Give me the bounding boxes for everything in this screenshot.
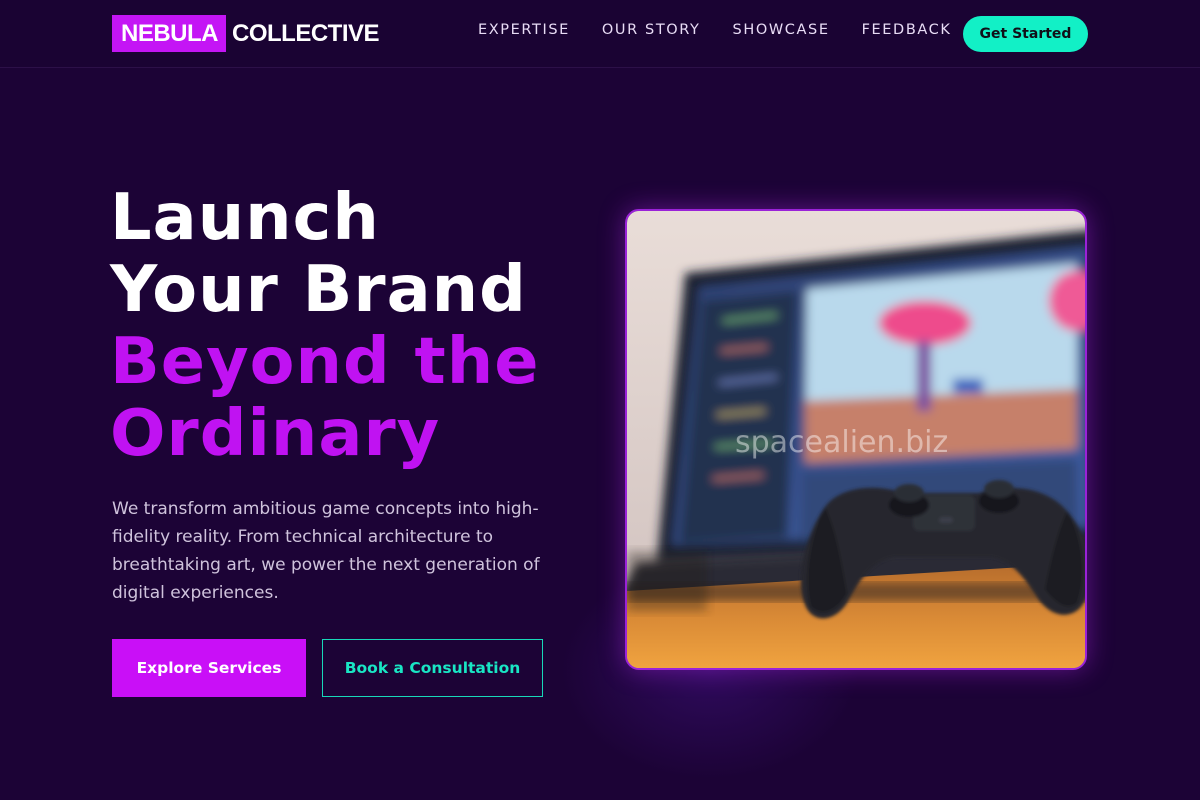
hero-description: We transform ambitious game concepts int… [112,499,540,603]
top-navigation-bar: NEBULA COLLECTIVE EXPERTISE OUR STORY SH… [0,0,1200,68]
brand-logo-secondary: COLLECTIVE [232,20,380,47]
hero-title-line-4: Ordinary [110,397,441,471]
nav-link-showcase[interactable]: SHOWCASE [733,22,830,38]
brand-logo[interactable]: NEBULA COLLECTIVE [112,15,380,52]
get-started-button[interactable]: Get Started [963,16,1088,52]
book-consultation-button[interactable]: Book a Consultation [322,639,543,697]
hero-title-line-3: Beyond the [110,325,540,399]
main-nav: EXPERTISE OUR STORY SHOWCASE FEEDBACK [478,22,951,38]
hero-image: spacealien.biz [625,209,1087,670]
explore-services-button[interactable]: Explore Services [112,639,306,697]
nav-link-expertise[interactable]: EXPERTISE [478,22,570,38]
hero-title: Launch Your Brand Beyond the Ordinary [110,182,540,470]
nav-link-our-story[interactable]: OUR STORY [602,22,701,38]
image-watermark: spacealien.biz [735,425,949,460]
hero-title-line-1: Launch [110,181,380,255]
brand-logo-primary: NEBULA [112,15,226,52]
hero-title-line-2: Your Brand [110,253,527,327]
nav-link-feedback[interactable]: FEEDBACK [862,22,952,38]
landing-page: NEBULA COLLECTIVE EXPERTISE OUR STORY SH… [0,0,1200,800]
